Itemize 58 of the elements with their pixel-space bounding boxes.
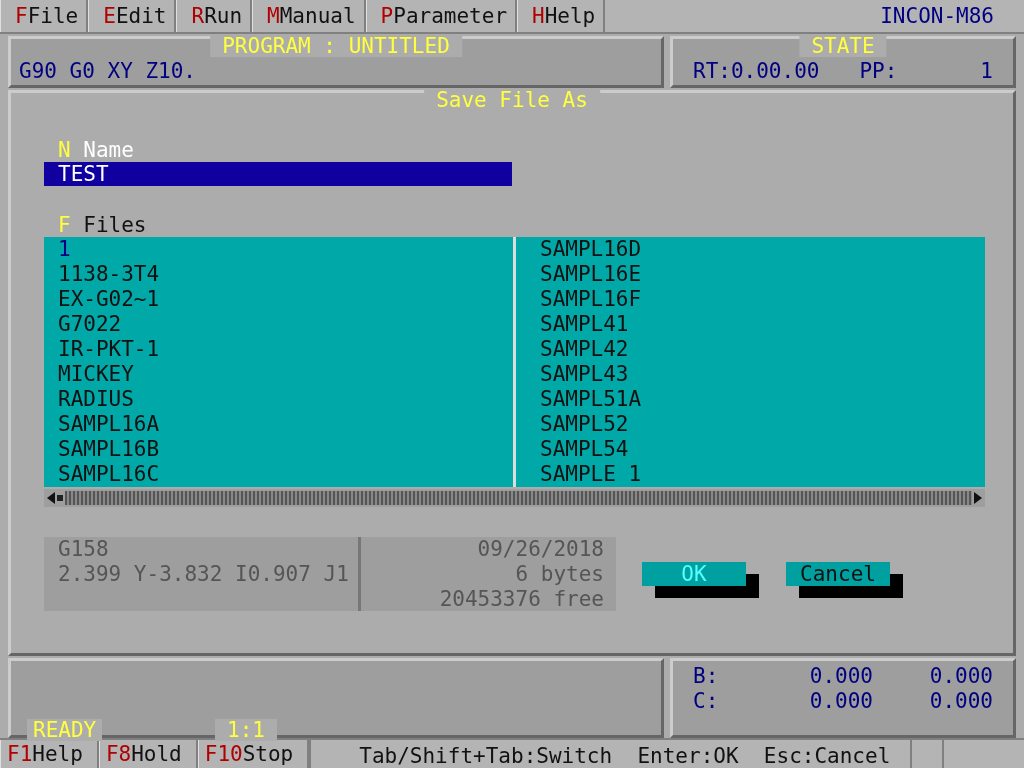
file-info: 6 bytes: [514, 561, 604, 587]
field-label: N Name: [58, 137, 135, 162]
axis-value: 0.000: [928, 689, 993, 715]
horizontal-scrollbar[interactable]: [44, 488, 985, 507]
file-item[interactable]: 1: [44, 236, 513, 262]
function-key[interactable]: F8Hold: [98, 740, 198, 768]
axis-value: 0.000: [808, 664, 873, 690]
file-item[interactable]: SAMPL51A: [516, 386, 985, 412]
function-key[interactable]: F1Help: [0, 740, 99, 768]
file-info: 09/26/2018: [476, 536, 604, 562]
function-key[interactable]: F10Stop: [197, 740, 310, 768]
status-text: READY: [27, 719, 103, 741]
menu-item[interactable]: HHelp: [517, 0, 606, 32]
preview-line: 2.399 Y-3.832 I0.907 J1: [58, 561, 350, 587]
file-item[interactable]: SAMPL16E: [516, 261, 985, 287]
panel-title: STATE: [799, 35, 887, 57]
menu-item[interactable]: PParameter: [365, 0, 518, 32]
runtime-value: RT:0.00.00: [693, 59, 820, 83]
file-item[interactable]: SAMPL16F: [516, 286, 985, 312]
cursor-position: 1:1: [215, 719, 277, 741]
file-item[interactable]: SAMPL54: [516, 436, 985, 462]
menu-item[interactable]: RRun: [176, 0, 253, 32]
axis-value: 0.000: [928, 664, 993, 690]
file-item[interactable]: SAMPL16B: [44, 436, 513, 462]
axis-label: C:: [693, 689, 720, 715]
key-hint: Tab/Shift+Tab:Switch Enter:OK Esc:Cancel: [309, 740, 911, 768]
file-item[interactable]: SAMPLE 1: [516, 461, 985, 487]
name-input-field[interactable]: TEST: [44, 161, 512, 186]
file-item[interactable]: SAMPL52: [516, 411, 985, 437]
file-item[interactable]: RADIUS: [44, 386, 513, 412]
pp-label: PP:: [859, 59, 898, 83]
file-item[interactable]: SAMPL42: [516, 336, 985, 362]
scroll-left-icon[interactable]: [47, 491, 55, 504]
file-item[interactable]: EX-G02~1: [44, 286, 513, 312]
product-name: INCON-M86: [880, 3, 995, 30]
panel-title: PROGRAM : UNTITLED: [210, 35, 462, 57]
file-item[interactable]: SAMPL43: [516, 361, 985, 387]
axis-value: 0.000: [808, 689, 873, 715]
menu-item[interactable]: EEdit: [88, 0, 177, 32]
program-line: G90 G0 XY Z10.: [18, 59, 197, 83]
preview-line: G158: [58, 536, 110, 562]
file-item[interactable]: MICKEY: [44, 361, 513, 387]
scroll-right-icon[interactable]: [974, 491, 982, 504]
axis-label: B:: [693, 664, 720, 690]
file-item[interactable]: SAMPL16D: [516, 236, 985, 262]
file-item[interactable]: SAMPL41: [516, 311, 985, 337]
pp-value: 1: [980, 59, 993, 83]
file-item[interactable]: IR-PKT-1: [44, 336, 513, 362]
file-item[interactable]: G7022: [44, 311, 513, 337]
scroll-thumb[interactable]: [57, 494, 63, 501]
menu-item[interactable]: MManual: [252, 0, 366, 32]
file-list[interactable]: 1 1138-3T4 EX-G02~1 G7022 IR-PKT-1 MICKEY RADIUS SAMPL16A SAMPL16B SAMPL16C SAMPL16D SAMPL16E SAMPL16F SAMPL41 SAMPL42 SAMPL43 SAMPL51A SAMPL52 SAMPL54 SAMPLE 1: [44, 236, 985, 487]
file-item[interactable]: SAMPL16C: [44, 461, 513, 487]
file-item[interactable]: 1138-3T4: [44, 261, 513, 287]
file-info: 20453376 free: [438, 586, 604, 612]
file-item[interactable]: SAMPL16A: [44, 411, 513, 437]
menu-item[interactable]: FFile: [0, 0, 89, 32]
field-label: F Files: [58, 212, 148, 237]
